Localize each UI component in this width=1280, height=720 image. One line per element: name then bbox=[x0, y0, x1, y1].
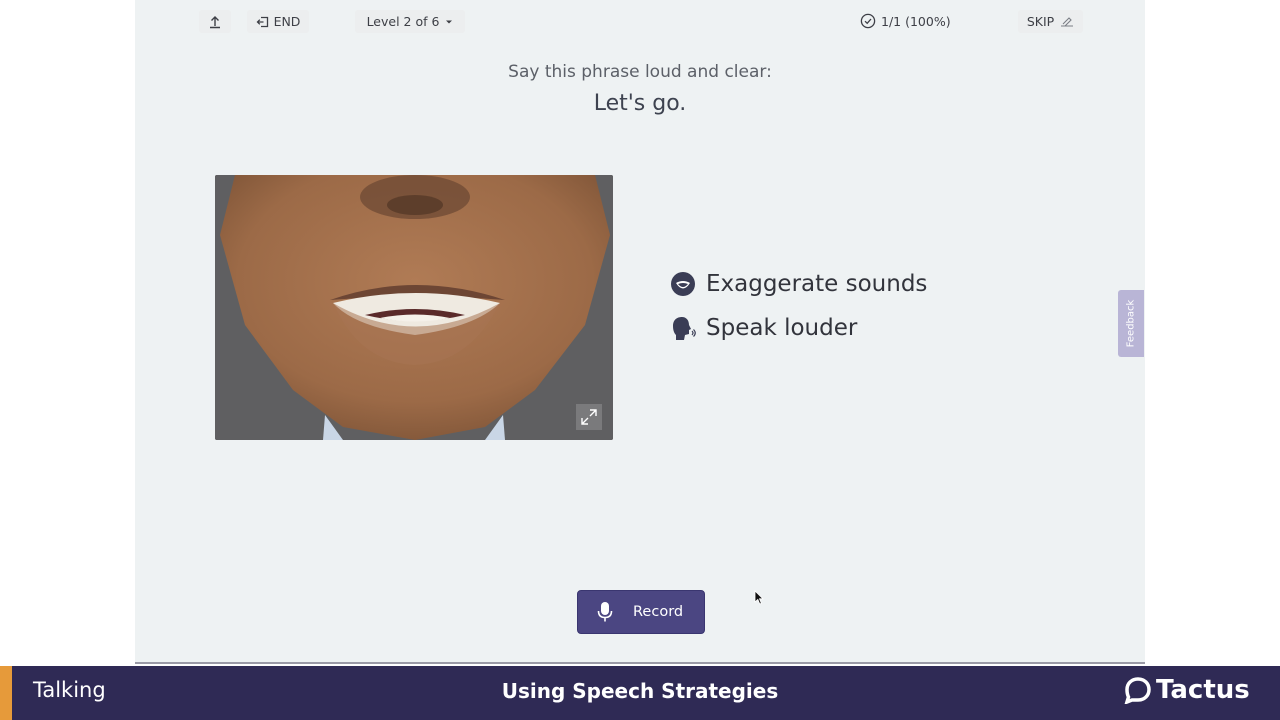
end-label: END bbox=[273, 14, 301, 29]
mouth-icon bbox=[671, 272, 695, 296]
progress-divider bbox=[135, 662, 1145, 664]
progress-indicator: 1/1 (100%) bbox=[860, 11, 951, 31]
footer-banner: Talking Using Speech Strategies Tactus bbox=[0, 666, 1280, 720]
caret-down-icon bbox=[446, 20, 453, 23]
strategy-exaggerate: Exaggerate sounds bbox=[670, 270, 927, 298]
mouth-video[interactable] bbox=[215, 175, 613, 440]
expand-icon bbox=[581, 409, 597, 425]
feedback-label: Feedback bbox=[1125, 299, 1137, 348]
end-button[interactable]: END bbox=[247, 10, 309, 33]
target-phrase: Let's go. bbox=[593, 91, 687, 116]
fullscreen-button[interactable] bbox=[576, 404, 602, 430]
progress-text: 1/1 (100%) bbox=[881, 13, 951, 29]
phrase-instruction: Say this phrase loud and clear: bbox=[508, 62, 772, 82]
strategy-label: Speak louder bbox=[706, 315, 858, 341]
record-label: Record bbox=[633, 604, 684, 620]
microphone-icon bbox=[597, 602, 613, 622]
brand-logo: Tactus bbox=[1124, 675, 1250, 705]
skip-icon bbox=[1061, 16, 1074, 27]
check-circle-icon bbox=[860, 13, 876, 29]
mouth-animation bbox=[215, 175, 613, 440]
feedback-tab[interactable]: Feedback bbox=[1118, 290, 1144, 357]
skip-button[interactable]: SKIP bbox=[1018, 10, 1083, 33]
tactus-logo-icon bbox=[1124, 677, 1151, 704]
speaking-head-icon bbox=[673, 317, 696, 340]
mouse-cursor-icon bbox=[754, 590, 764, 605]
upload-icon bbox=[210, 15, 220, 28]
strategy-speak-louder: Speak louder bbox=[670, 314, 857, 342]
level-dropdown[interactable]: Level 2 of 6 bbox=[355, 10, 465, 33]
strategy-label: Exaggerate sounds bbox=[706, 271, 928, 297]
footer-title: Using Speech Strategies bbox=[501, 679, 779, 703]
skip-label: SKIP bbox=[1026, 14, 1055, 29]
exit-icon bbox=[256, 16, 268, 27]
level-label: Level 2 of 6 bbox=[366, 14, 440, 29]
upload-button[interactable] bbox=[199, 10, 231, 33]
brand-name: Tactus bbox=[1156, 675, 1250, 705]
record-button[interactable]: Record bbox=[577, 590, 705, 634]
